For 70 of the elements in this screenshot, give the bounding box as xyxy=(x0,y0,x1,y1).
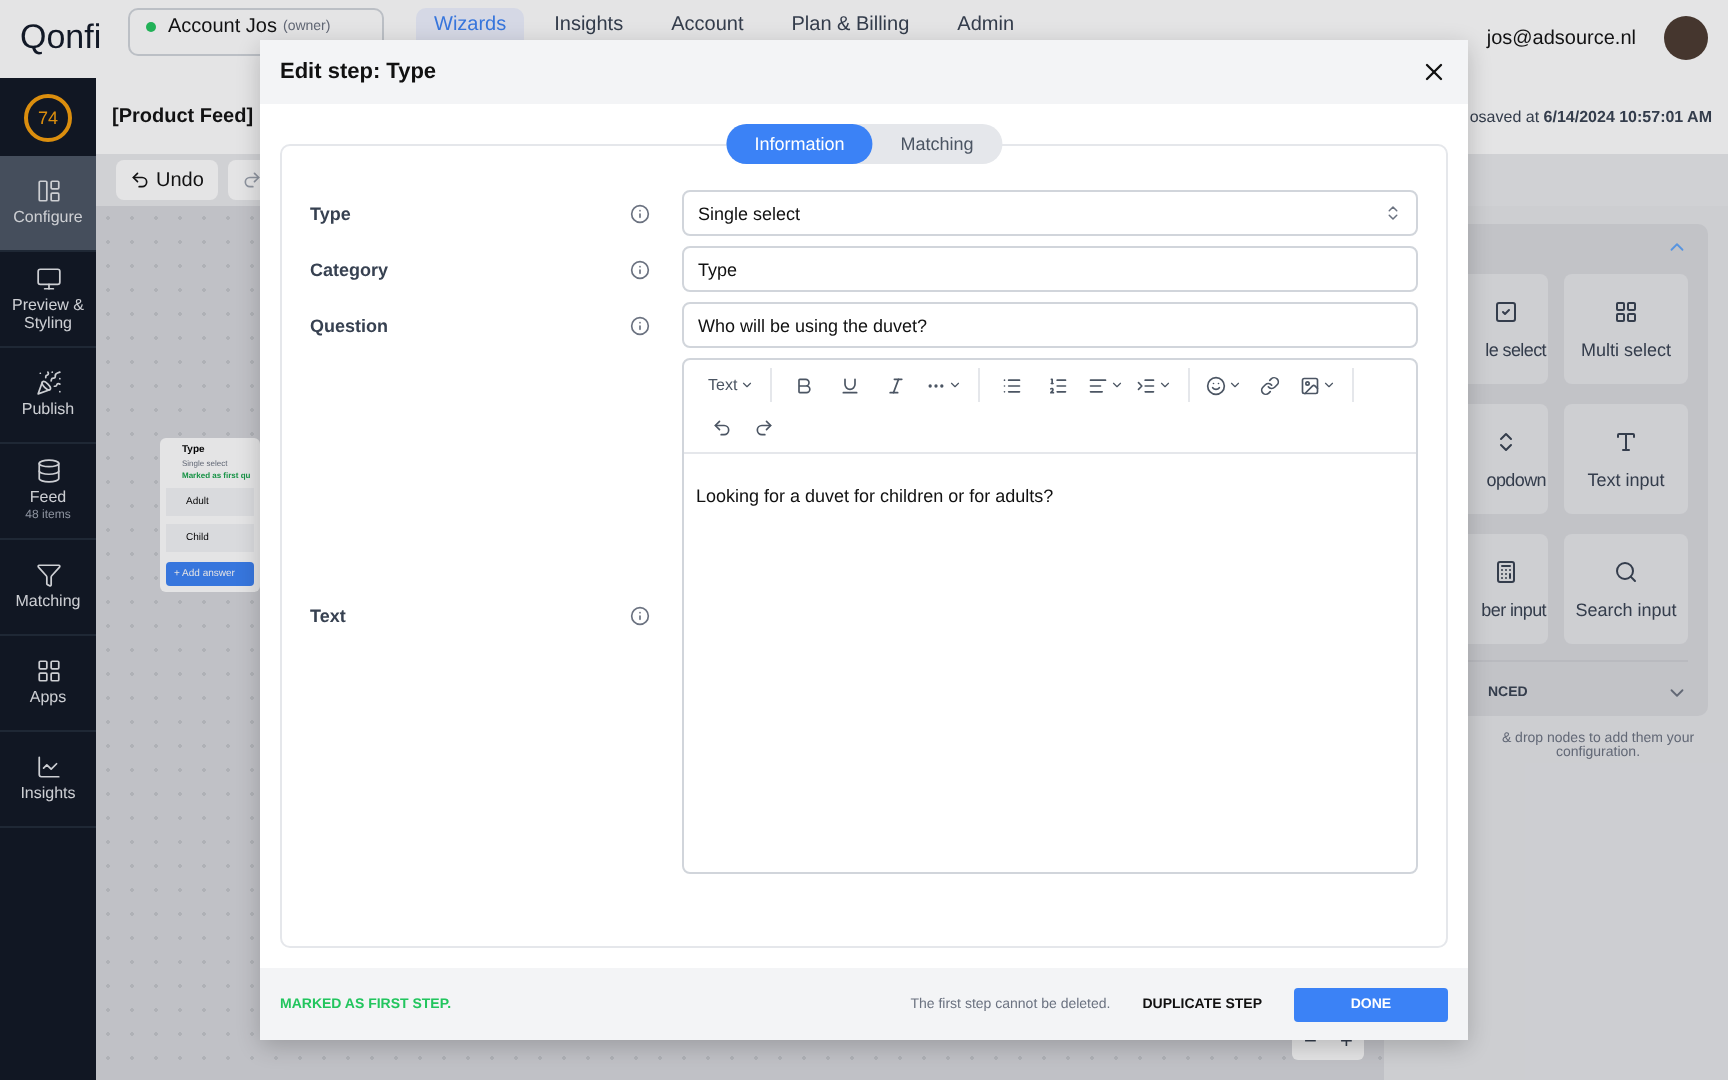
search-icon xyxy=(1614,559,1638,583)
text-style-dropdown[interactable]: Text xyxy=(704,368,758,402)
nav-tab[interactable]: Admin xyxy=(939,8,1033,52)
close-icon[interactable] xyxy=(1420,58,1448,86)
segment-tab[interactable]: Matching xyxy=(872,124,1002,164)
database-icon xyxy=(35,457,61,484)
field-label: Text xyxy=(310,606,348,626)
undo-icon xyxy=(130,170,150,190)
numbered-list-icon xyxy=(1048,375,1069,395)
nav-tab[interactable]: Plan & Billing xyxy=(773,8,928,52)
autosave-status: osaved at 6/14/2024 10:57:01 AM xyxy=(1469,107,1712,125)
select-value: Single select xyxy=(698,203,801,223)
image-icon xyxy=(1299,375,1320,395)
field-label: Type xyxy=(310,203,353,223)
caret-icon xyxy=(947,378,962,392)
undo-icon xyxy=(711,417,731,437)
underline-icon xyxy=(840,375,861,395)
segment-tab[interactable]: Information xyxy=(726,124,873,164)
align-icon xyxy=(1087,375,1108,395)
feed-title: [Product Feed] xyxy=(112,105,254,127)
user-avatar[interactable] xyxy=(1664,16,1708,60)
line-chart-icon xyxy=(35,754,61,781)
up-down-icon xyxy=(1494,429,1518,453)
text-field[interactable]: Type xyxy=(682,246,1418,292)
caret-icon xyxy=(1157,378,1172,392)
node-tile[interactable]: Multi select xyxy=(1564,274,1688,384)
link-icon xyxy=(1260,375,1281,395)
up-down-icon xyxy=(1384,204,1402,222)
info-icon[interactable] xyxy=(630,315,650,335)
select-field[interactable]: Single select xyxy=(682,190,1418,236)
monitor-icon xyxy=(35,265,61,292)
field-label: Category xyxy=(310,259,391,279)
italic-icon xyxy=(886,375,907,395)
funnel-icon xyxy=(35,562,61,589)
info-icon[interactable] xyxy=(630,203,650,223)
redo-icon xyxy=(753,417,773,437)
dialog-title: Edit step: Type xyxy=(280,60,437,84)
indent-icon xyxy=(1135,375,1156,395)
bullet-list-icon xyxy=(1002,375,1023,395)
user-email: jos@adsource.nl xyxy=(1486,28,1636,50)
sidebar-item[interactable]: Configure xyxy=(0,156,96,252)
zoom-out-button[interactable]: − xyxy=(1292,1024,1328,1060)
bold-icon xyxy=(794,375,815,395)
info-icon[interactable] xyxy=(630,606,650,626)
node-tile[interactable]: Text input xyxy=(1564,404,1688,514)
grid-icon xyxy=(1614,299,1638,323)
party-popper-icon xyxy=(35,370,61,397)
nav-tab[interactable]: Insights xyxy=(536,8,642,52)
app-logo: Qonfi xyxy=(20,18,100,58)
undo-button[interactable]: Undo xyxy=(116,160,218,200)
info-icon[interactable] xyxy=(630,259,650,279)
caret-icon xyxy=(1227,378,1242,392)
text-field[interactable]: Who will be using the duvet? xyxy=(682,302,1418,348)
checkbox-icon xyxy=(1494,299,1518,323)
grid-icon xyxy=(35,658,61,685)
nav-tab[interactable]: Account xyxy=(653,8,762,52)
field-label: Question xyxy=(310,315,391,335)
layout-icon xyxy=(35,178,61,205)
redo-icon xyxy=(241,170,262,190)
node-tile[interactable]: Search input xyxy=(1564,534,1688,644)
caret-icon xyxy=(1321,378,1336,392)
score-ring: 74 xyxy=(24,93,72,141)
rich-text-editor[interactable]: Text Looking for a duvet for children or for adults? xyxy=(682,358,1418,874)
text-icon xyxy=(1614,429,1638,453)
caret-icon xyxy=(739,378,754,392)
account-name: Account Jos xyxy=(168,15,277,37)
caret-icon xyxy=(1109,378,1124,392)
editor-text: Looking for a duvet for children or for adults? xyxy=(696,486,1056,506)
smiley-icon xyxy=(1205,375,1226,395)
calculator-icon xyxy=(1494,559,1518,583)
